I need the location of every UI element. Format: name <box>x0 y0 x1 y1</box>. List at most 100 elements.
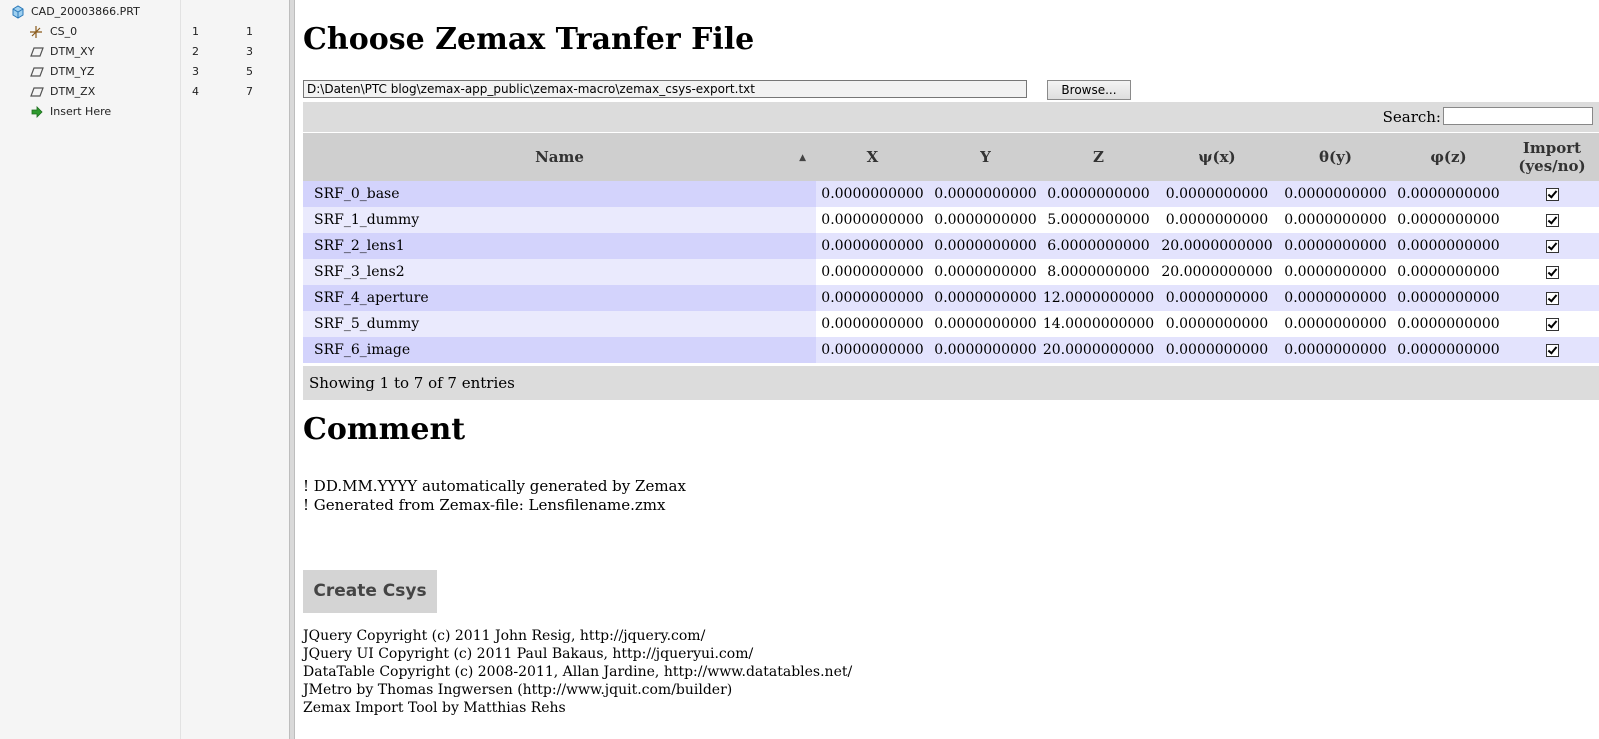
tree-item-dtm-zx[interactable]: DTM_ZX 4 7 <box>0 82 289 102</box>
datum-plane-icon <box>30 47 44 57</box>
cell-y: 0.0000000000 <box>929 337 1042 363</box>
table-row[interactable]: SRF_3_lens2 0.0000000000 0.0000000000 8.… <box>303 259 1599 285</box>
table-row[interactable]: SRF_2_lens1 0.0000000000 0.0000000000 6.… <box>303 233 1599 259</box>
cell-x: 0.0000000000 <box>816 259 929 285</box>
insert-arrow-icon <box>31 106 43 118</box>
cell-name: SRF_4_aperture <box>303 285 816 311</box>
cell-name: SRF_1_dummy <box>303 207 816 233</box>
cell-z: 0.0000000000 <box>1042 181 1155 207</box>
sort-ascending-icon: ▲ <box>799 153 806 163</box>
cell-psi: 0.0000000000 <box>1155 181 1279 207</box>
cell-x: 0.0000000000 <box>816 337 929 363</box>
credit-line: JQuery UI Copyright (c) 2011 Paul Bakaus… <box>303 646 754 662</box>
tree-item-insert-here[interactable]: Insert Here <box>0 102 289 122</box>
credit-line: DataTable Copyright (c) 2008-2011, Allan… <box>303 664 853 680</box>
panel-splitter[interactable] <box>289 0 295 739</box>
table-info-text: Showing 1 to 7 of 7 entries <box>309 374 515 392</box>
credit-line: Zemax Import Tool by Matthias Rehs <box>303 700 566 716</box>
column-header-import[interactable]: Import (yes/no) <box>1505 133 1599 181</box>
cell-psi: 20.0000000000 <box>1155 259 1279 285</box>
cell-import <box>1505 259 1599 285</box>
tree-item-col2: 7 <box>246 85 253 98</box>
search-label: Search: <box>1382 108 1441 126</box>
credit-line: JQuery Copyright (c) 2011 John Resig, ht… <box>303 628 706 644</box>
datum-plane-icon <box>30 87 44 97</box>
column-header-label: Name <box>535 148 584 166</box>
datum-plane-icon <box>30 67 44 77</box>
cell-y: 0.0000000000 <box>929 181 1042 207</box>
column-header-theta[interactable]: θ(y) <box>1279 133 1392 181</box>
cell-z: 6.0000000000 <box>1042 233 1155 259</box>
tree-item-label: DTM_ZX <box>50 85 96 98</box>
cell-theta: 0.0000000000 <box>1279 207 1392 233</box>
tree-item-part[interactable]: CAD_20003866.PRT <box>0 2 289 22</box>
cell-name: SRF_0_base <box>303 181 816 207</box>
file-path-input[interactable] <box>303 80 1027 98</box>
cell-phi: 0.0000000000 <box>1392 285 1505 311</box>
column-header-x[interactable]: X <box>816 133 929 181</box>
cell-psi: 20.0000000000 <box>1155 233 1279 259</box>
browse-button[interactable]: Browse... <box>1047 80 1131 100</box>
import-checkbox[interactable] <box>1545 291 1559 305</box>
table-row[interactable]: SRF_1_dummy 0.0000000000 0.0000000000 5.… <box>303 207 1599 233</box>
import-checkbox[interactable] <box>1545 265 1559 279</box>
tree-item-cs0[interactable]: CS_0 1 1 <box>0 22 289 42</box>
cell-name: SRF_6_image <box>303 337 816 363</box>
tree-item-col1: 2 <box>192 45 199 58</box>
cell-x: 0.0000000000 <box>816 181 929 207</box>
tree-item-col1: 3 <box>192 65 199 78</box>
import-checkbox[interactable] <box>1545 187 1559 201</box>
tree-item-label: DTM_YZ <box>50 65 95 78</box>
cell-x: 0.0000000000 <box>816 207 929 233</box>
import-checkbox[interactable] <box>1545 239 1559 253</box>
tree-item-col2: 1 <box>246 25 253 38</box>
cell-phi: 0.0000000000 <box>1392 311 1505 337</box>
table-row[interactable]: SRF_5_dummy 0.0000000000 0.0000000000 14… <box>303 311 1599 337</box>
column-header-psi[interactable]: ψ(x) <box>1155 133 1279 181</box>
cell-z: 8.0000000000 <box>1042 259 1155 285</box>
cell-y: 0.0000000000 <box>929 285 1042 311</box>
column-header-name[interactable]: Name ▲ <box>303 133 816 181</box>
cell-phi: 0.0000000000 <box>1392 337 1505 363</box>
comment-title: Comment <box>303 412 466 447</box>
cell-theta: 0.0000000000 <box>1279 285 1392 311</box>
tree-item-col2: 3 <box>246 45 253 58</box>
tree-item-col1: 4 <box>192 85 199 98</box>
tree-item-label: DTM_XY <box>50 45 95 58</box>
cell-y: 0.0000000000 <box>929 259 1042 285</box>
table-row[interactable]: SRF_6_image 0.0000000000 0.0000000000 20… <box>303 337 1599 363</box>
model-tree: CAD_20003866.PRT CS_0 1 1 DTM_XY 2 3 DTM… <box>0 0 290 739</box>
import-checkbox[interactable] <box>1545 343 1559 357</box>
cell-psi: 0.0000000000 <box>1155 311 1279 337</box>
cell-x: 0.0000000000 <box>816 233 929 259</box>
main-content: Choose Zemax Tranfer File Browse... Sear… <box>303 0 1599 739</box>
cell-theta: 0.0000000000 <box>1279 259 1392 285</box>
credit-line: JMetro by Thomas Ingwersen (http://www.j… <box>303 682 733 698</box>
cell-import <box>1505 285 1599 311</box>
table-row[interactable]: SRF_0_base 0.0000000000 0.0000000000 0.0… <box>303 181 1599 207</box>
tree-item-dtm-xy[interactable]: DTM_XY 2 3 <box>0 42 289 62</box>
cell-y: 0.0000000000 <box>929 233 1042 259</box>
import-checkbox[interactable] <box>1545 213 1559 227</box>
csys-icon <box>30 26 42 38</box>
search-input[interactable] <box>1443 107 1593 125</box>
cell-theta: 0.0000000000 <box>1279 233 1392 259</box>
cell-z: 5.0000000000 <box>1042 207 1155 233</box>
cell-x: 0.0000000000 <box>816 285 929 311</box>
cell-import <box>1505 337 1599 363</box>
column-header-phi[interactable]: φ(z) <box>1392 133 1505 181</box>
tree-item-label: CAD_20003866.PRT <box>31 5 140 18</box>
table-row[interactable]: SRF_4_aperture 0.0000000000 0.0000000000… <box>303 285 1599 311</box>
column-header-y[interactable]: Y <box>929 133 1042 181</box>
cell-phi: 0.0000000000 <box>1392 181 1505 207</box>
create-csys-button[interactable]: Create Csys <box>303 570 437 613</box>
tree-item-dtm-yz[interactable]: DTM_YZ 3 5 <box>0 62 289 82</box>
cell-name: SRF_3_lens2 <box>303 259 816 285</box>
import-checkbox[interactable] <box>1545 317 1559 331</box>
cell-theta: 0.0000000000 <box>1279 181 1392 207</box>
tree-item-label: CS_0 <box>50 25 78 38</box>
part-icon <box>12 5 24 19</box>
column-header-z[interactable]: Z <box>1042 133 1155 181</box>
cell-phi: 0.0000000000 <box>1392 207 1505 233</box>
cell-y: 0.0000000000 <box>929 311 1042 337</box>
